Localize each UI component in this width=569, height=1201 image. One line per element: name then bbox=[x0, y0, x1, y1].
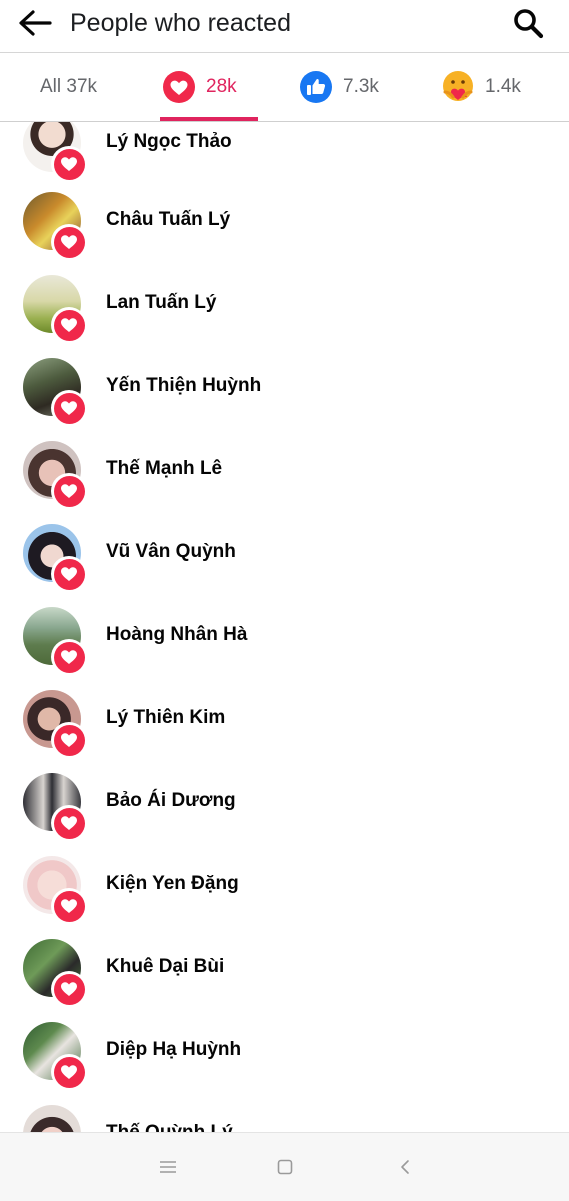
care-icon bbox=[441, 70, 475, 104]
system-navigation-bar bbox=[0, 1132, 569, 1201]
heart-badge-icon bbox=[51, 722, 87, 758]
list-item[interactable]: Châu Tuấn Lý bbox=[0, 192, 569, 275]
list-item[interactable]: Kiện Yen Đặng bbox=[0, 856, 569, 939]
list-item[interactable]: Lý Ngọc Thảo bbox=[0, 122, 569, 197]
heart-badge-icon bbox=[51, 390, 87, 426]
heart-badge-icon bbox=[51, 971, 87, 1007]
person-name: Lý Ngọc Thảo bbox=[106, 131, 232, 152]
search-icon[interactable] bbox=[511, 6, 545, 40]
person-name: Kiện Yen Đặng bbox=[106, 873, 239, 894]
heart-badge-icon bbox=[51, 307, 87, 343]
page-title: People who reacted bbox=[70, 9, 291, 37]
heart-badge-icon bbox=[51, 224, 87, 260]
list-item[interactable]: Vũ Vân Quỳnh bbox=[0, 524, 569, 607]
list-item[interactable]: Diệp Hạ Huỳnh bbox=[0, 1022, 569, 1105]
person-name: Yến Thiện Huỳnh bbox=[106, 375, 262, 396]
heart-badge-icon bbox=[51, 1054, 87, 1090]
tab-love-count: 28k bbox=[206, 76, 237, 97]
person-name: Bảo Ái Dương bbox=[106, 790, 236, 811]
list-item[interactable]: Hoàng Nhân Hà bbox=[0, 607, 569, 690]
person-name: Diệp Hạ Huỳnh bbox=[106, 1039, 242, 1060]
like-icon bbox=[299, 70, 333, 104]
back-arrow-icon[interactable] bbox=[16, 7, 54, 39]
avatar bbox=[23, 1105, 81, 1132]
list-item[interactable]: Bảo Ái Dương bbox=[0, 773, 569, 856]
list-item[interactable]: Yến Thiện Huỳnh bbox=[0, 358, 569, 441]
heart-badge-icon bbox=[51, 556, 87, 592]
heart-badge-icon bbox=[51, 473, 87, 509]
menu-icon[interactable] bbox=[153, 1153, 183, 1181]
tab-care-count: 1.4k bbox=[485, 76, 521, 97]
heart-badge-icon bbox=[51, 888, 87, 924]
tab-all-label: All 37k bbox=[40, 76, 98, 97]
person-name: Thế Mạnh Lê bbox=[106, 458, 223, 479]
tab-all[interactable]: All 37k bbox=[40, 53, 97, 121]
tab-like-count: 7.3k bbox=[343, 76, 379, 97]
tab-love[interactable]: 28k bbox=[162, 53, 237, 121]
home-icon[interactable] bbox=[270, 1153, 300, 1181]
heart-badge-icon bbox=[51, 639, 87, 675]
list-item[interactable]: Thế Quỳnh Lý bbox=[0, 1105, 569, 1132]
tab-like[interactable]: 7.3k bbox=[299, 53, 379, 121]
person-name: Hoàng Nhân Hà bbox=[106, 624, 248, 645]
back-icon[interactable] bbox=[390, 1153, 420, 1181]
person-name: Châu Tuấn Lý bbox=[106, 209, 231, 230]
person-name: Lan Tuấn Lý bbox=[106, 292, 217, 313]
heart-badge-icon bbox=[51, 146, 87, 182]
people-list: Lý Ngọc Thảo Châu Tuấn Lý Lan Tuấn Lý Yế… bbox=[0, 122, 569, 1132]
list-item[interactable]: Lý Thiên Kim bbox=[0, 690, 569, 773]
heart-badge-icon bbox=[51, 805, 87, 841]
person-name: Thế Quỳnh Lý bbox=[106, 1122, 233, 1132]
tab-care[interactable]: 1.4k bbox=[441, 53, 521, 121]
person-name: Khuê Dại Bùi bbox=[106, 956, 225, 977]
list-item[interactable]: Lan Tuấn Lý bbox=[0, 275, 569, 358]
list-item[interactable]: Khuê Dại Bùi bbox=[0, 939, 569, 1022]
reaction-tabs: All 37k 28k 7.3k 1.4k bbox=[0, 53, 569, 122]
list-item[interactable]: Thế Mạnh Lê bbox=[0, 441, 569, 524]
person-name: Lý Thiên Kim bbox=[106, 707, 226, 728]
person-name: Vũ Vân Quỳnh bbox=[106, 541, 236, 562]
heart-icon bbox=[162, 70, 196, 104]
active-tab-indicator bbox=[160, 117, 258, 121]
header: People who reacted bbox=[0, 0, 569, 53]
